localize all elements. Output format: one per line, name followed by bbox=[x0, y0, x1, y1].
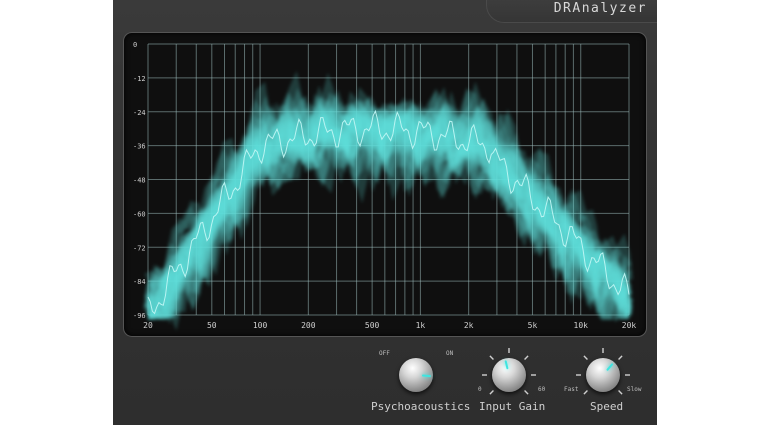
x-axis-tick-label: 50 bbox=[207, 321, 217, 330]
x-axis-tick-label: 200 bbox=[301, 321, 316, 330]
knob-scale-tick bbox=[489, 355, 494, 360]
y-axis-tick-label: -36 bbox=[133, 143, 146, 151]
spectrum-analyzer: 0 -12 -24 -36 -48 -60 -72 -84 -9620 50 100 200 500 1k… bbox=[133, 41, 637, 331]
speed-control: Fast Slow Speed bbox=[563, 340, 653, 425]
y-axis-tick-label: -96 bbox=[133, 312, 146, 320]
psychoacoustics-control: OFF ON Psychoacoustics bbox=[371, 340, 470, 425]
knob-pointer-indicator bbox=[421, 374, 432, 378]
plugin-window: DRAnalyzer 0 -12 -24 -36 -48 -60 -72 -84 -96 20 50… bbox=[113, 0, 657, 425]
knob-scale-tick bbox=[489, 390, 494, 395]
speed-max-label: Slow bbox=[627, 386, 642, 393]
psychoacoustics-knob[interactable] bbox=[399, 358, 433, 392]
y-axis-tick-label: -72 bbox=[133, 244, 146, 252]
psychoacoustics-label: Psychoacoustics bbox=[371, 400, 471, 413]
knob-scale-tick bbox=[524, 390, 529, 395]
knob-scale-tick bbox=[618, 390, 623, 395]
x-axis-tick-label: 20 bbox=[143, 321, 153, 330]
y-axis-tick-label: 0 bbox=[133, 41, 137, 49]
knob-scale-tick bbox=[524, 355, 529, 360]
knob-pointer-indicator bbox=[606, 362, 614, 372]
x-axis-tick-label: 2k bbox=[464, 321, 474, 330]
knob-scale-tick bbox=[618, 355, 623, 360]
y-axis-tick-label: -60 bbox=[133, 210, 146, 218]
y-axis-tick-label: -12 bbox=[133, 75, 146, 83]
x-axis-tick-label: 100 bbox=[253, 321, 268, 330]
y-axis-tick-label: -24 bbox=[133, 109, 146, 117]
input-gain-label: Input Gain bbox=[479, 400, 546, 413]
y-axis-tick-label: -84 bbox=[133, 278, 146, 286]
speed-label: Speed bbox=[590, 400, 624, 413]
speed-min-label: Fast bbox=[564, 386, 579, 393]
knob-scale-tick bbox=[583, 390, 588, 395]
x-axis-tick-label: 20k bbox=[622, 321, 637, 330]
x-axis-tick-label: 10k bbox=[574, 321, 589, 330]
knob-scale-tick bbox=[583, 355, 588, 360]
x-axis-tick-label: 1k bbox=[416, 321, 426, 330]
input-gain-max-label: 60 bbox=[538, 386, 546, 393]
psychoacoustics-max-label: ON bbox=[446, 350, 454, 357]
input-gain-knob[interactable] bbox=[492, 358, 526, 392]
spectrum-display: 0 -12 -24 -36 -48 -60 -72 -84 -96 20 50 100 200 500 1k… bbox=[123, 32, 647, 337]
x-axis-tick-label: 500 bbox=[365, 321, 380, 330]
title-tab: DRAnalyzer bbox=[486, 0, 657, 23]
input-gain-control: 0 60 Input Gain bbox=[477, 340, 567, 425]
x-axis-tick-label: 5k bbox=[528, 321, 538, 330]
speed-knob[interactable] bbox=[586, 358, 620, 392]
input-gain-min-label: 0 bbox=[478, 386, 482, 393]
y-axis-tick-label: -48 bbox=[133, 177, 146, 185]
app-title: DRAnalyzer bbox=[553, 1, 647, 16]
psychoacoustics-min-label: OFF bbox=[379, 350, 390, 357]
knob-pointer-indicator bbox=[504, 360, 509, 370]
